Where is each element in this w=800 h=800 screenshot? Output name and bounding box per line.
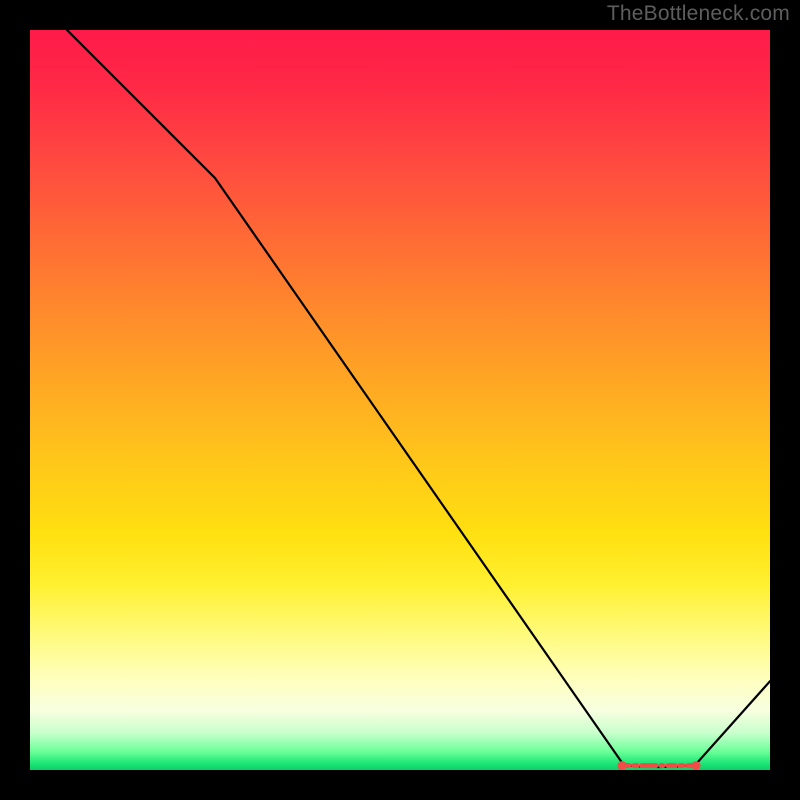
line-plot-svg [30,30,770,770]
watermark-text: TheBottleneck.com [607,2,790,26]
chart-frame: TheBottleneck.com [0,0,800,800]
plot-area [30,30,770,770]
series-curve [67,30,770,767]
curve-path [67,30,770,767]
marker-group [618,761,701,770]
